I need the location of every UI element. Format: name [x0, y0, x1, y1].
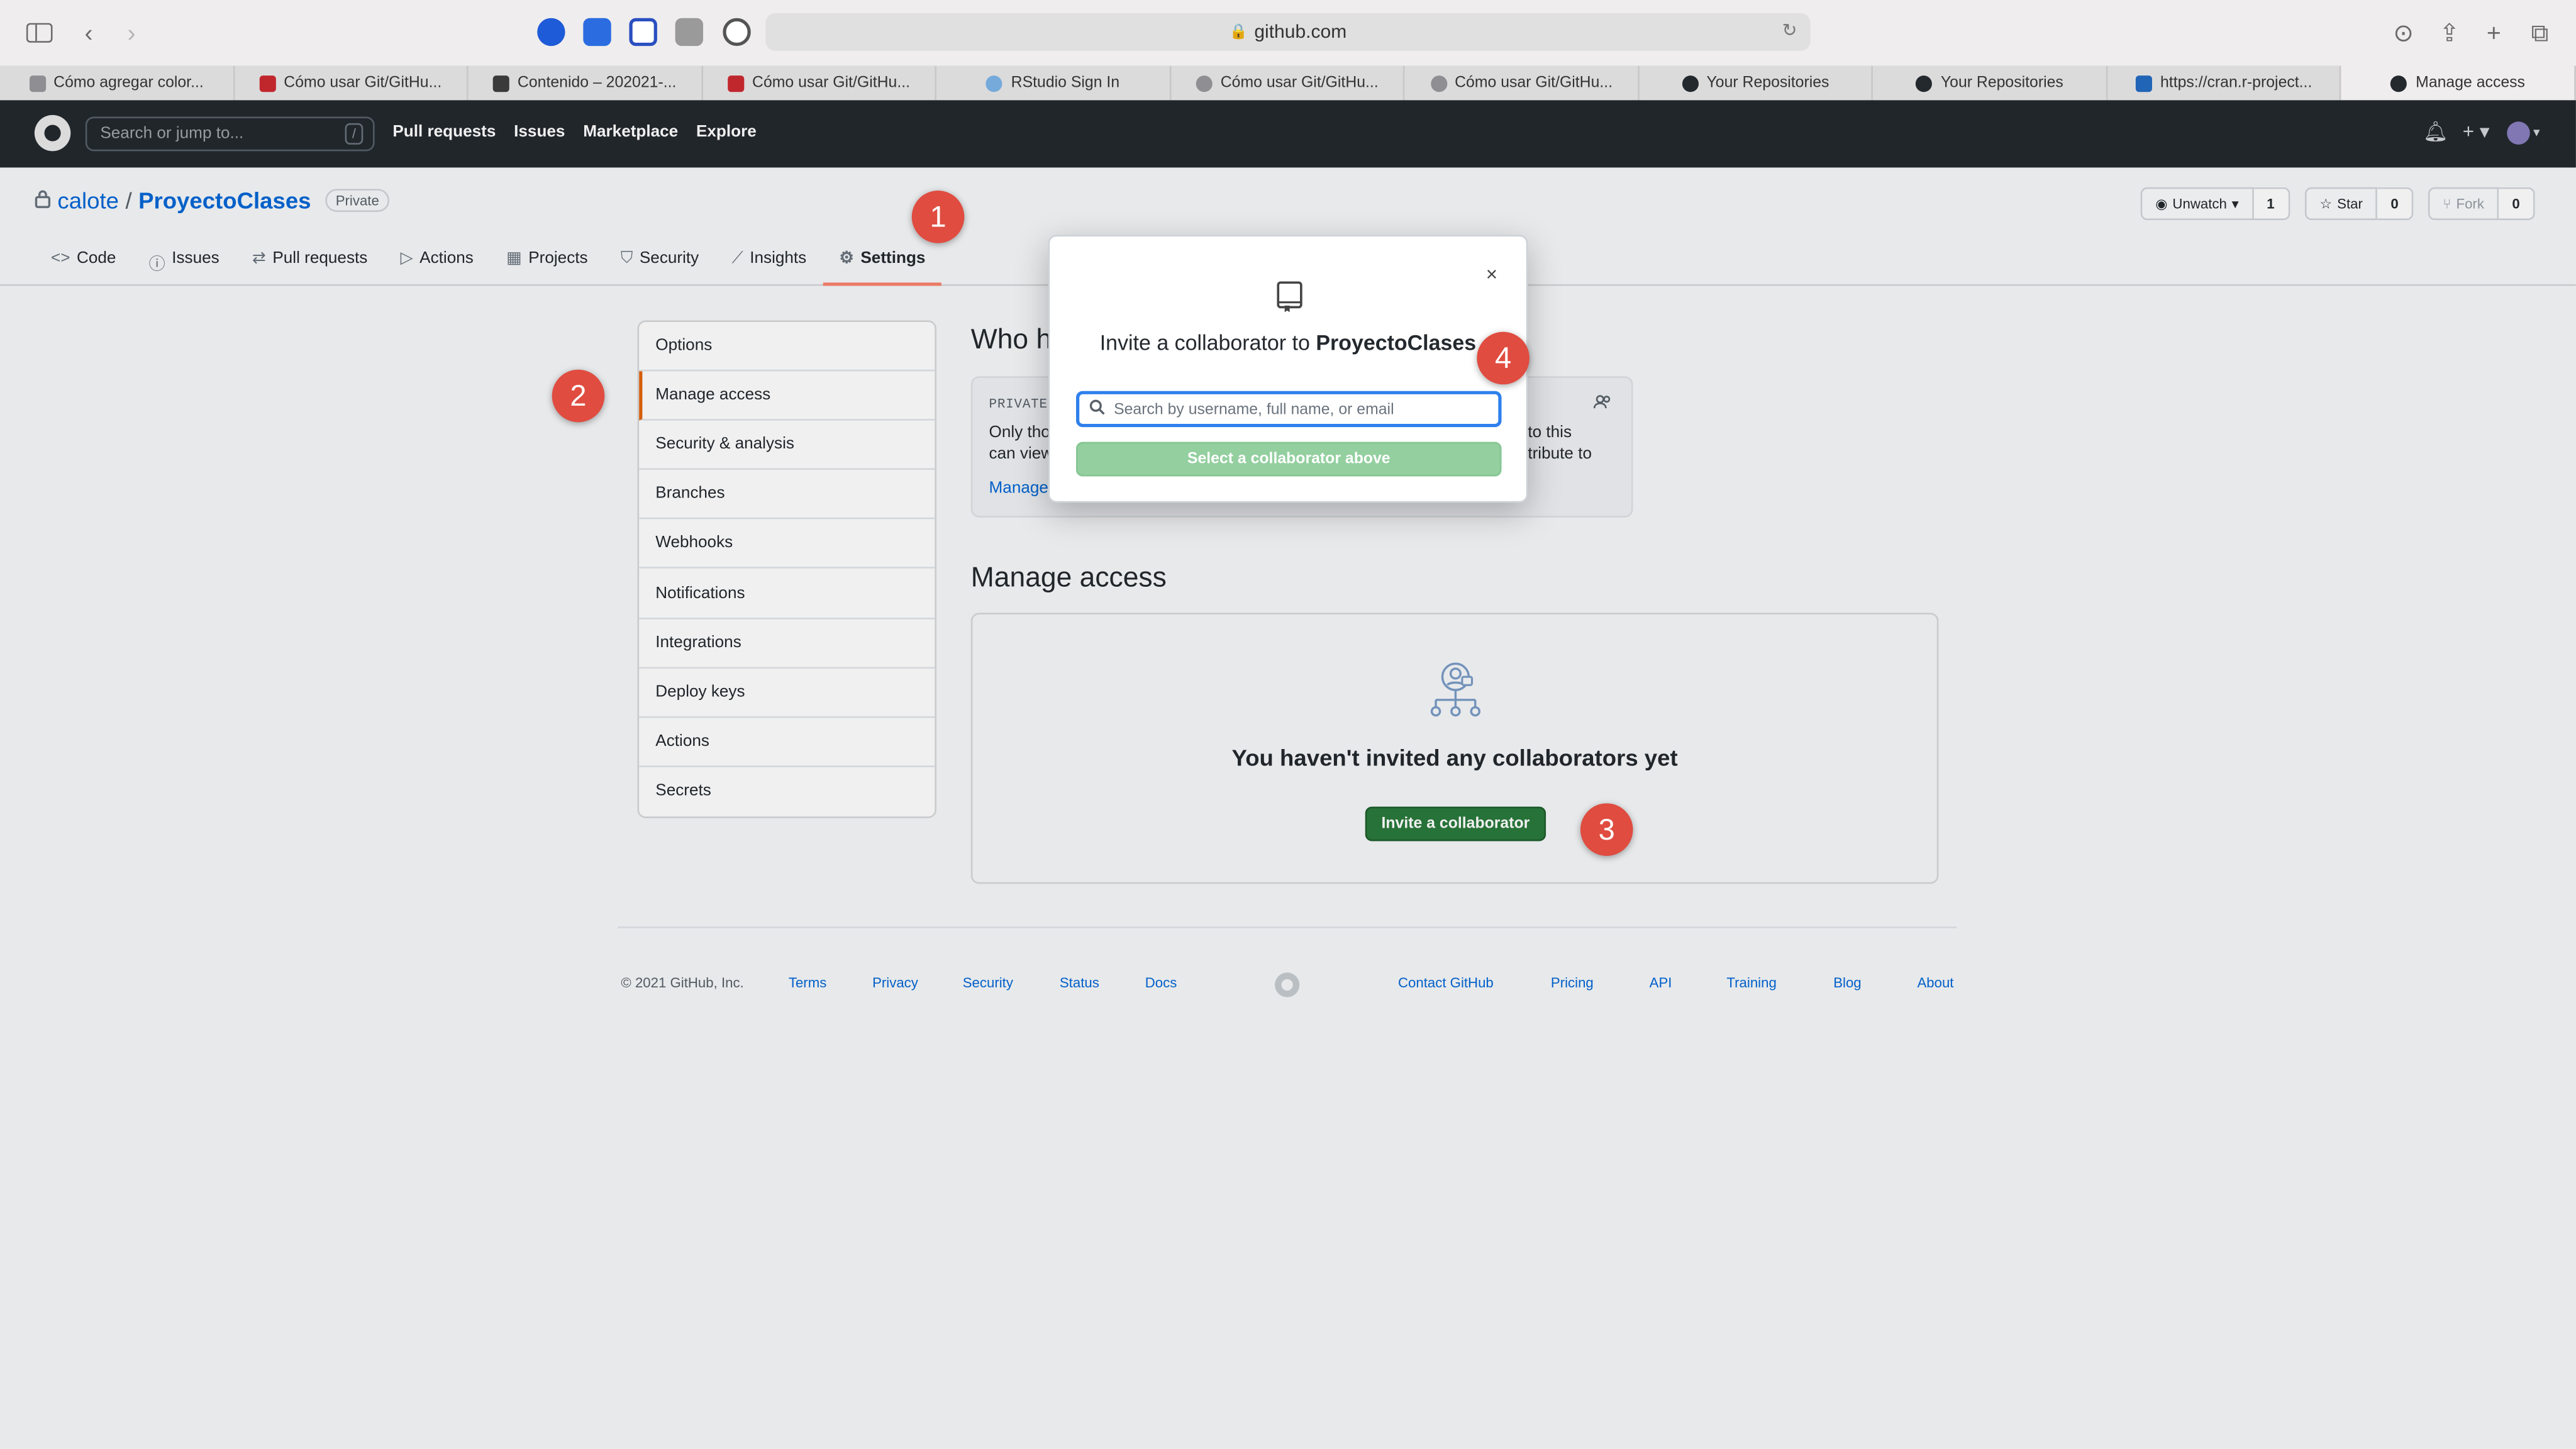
- tab-label: Your Repositories: [1706, 74, 1829, 92]
- tab-label: Cómo usar Git/GitHu...: [1455, 74, 1613, 92]
- lock-icon: 🔒: [1229, 23, 1248, 40]
- tab-favicon-icon: [2390, 74, 2408, 91]
- browser-tab[interactable]: Cómo agregar color...: [0, 65, 235, 101]
- tab-favicon-icon: [1682, 74, 1699, 91]
- step-marker-4: 4: [1477, 331, 1530, 385]
- browser-tab[interactable]: Cómo usar Git/GitHu...: [1405, 65, 1640, 101]
- tab-favicon-icon: [492, 74, 509, 91]
- browser-tab[interactable]: https://cran.r-project...: [2107, 65, 2342, 101]
- tab-label: Cómo usar Git/GitHu...: [1220, 74, 1379, 92]
- invite-collaborator-dialog: × Invite a collaborator to ProyectoClase…: [1048, 235, 1528, 503]
- tab-favicon-icon: [28, 74, 46, 91]
- tab-favicon-icon: [1196, 74, 1213, 91]
- step-marker-2: 2: [552, 369, 605, 423]
- tab-label: Cómo usar Git/GitHu...: [752, 74, 911, 92]
- tab-label: Your Repositories: [1940, 74, 2063, 92]
- back-icon[interactable]: ‹: [72, 16, 105, 49]
- browser-tab[interactable]: RStudio Sign In: [936, 65, 1171, 101]
- tab-favicon-icon: [986, 74, 1003, 91]
- tab-favicon-icon: [1430, 74, 1447, 91]
- new-tab-icon[interactable]: +: [2477, 16, 2510, 49]
- share-icon[interactable]: ⇪: [2433, 16, 2466, 49]
- collaborator-search-field[interactable]: [1075, 391, 1502, 428]
- extension-1password-icon[interactable]: [537, 18, 565, 47]
- browser-tab[interactable]: Cómo usar Git/GitHu...: [1171, 65, 1406, 101]
- collaborator-search-input[interactable]: [1114, 400, 1492, 418]
- tab-label: RStudio Sign In: [1011, 74, 1120, 92]
- tab-label: Cómo usar Git/GitHu...: [284, 74, 442, 92]
- browser-tab[interactable]: Contenido – 202021-...: [469, 65, 703, 101]
- address-bar[interactable]: 🔒 github.com ↻: [765, 13, 1811, 51]
- tab-favicon-icon: [2135, 74, 2152, 91]
- tab-label: Contenido – 202021-...: [517, 74, 677, 92]
- search-icon: [1089, 398, 1106, 419]
- browser-tab[interactable]: Cómo usar Git/GitHu...: [234, 65, 469, 101]
- sidebar-toggle-icon[interactable]: [23, 16, 56, 49]
- browser-toolbar: ‹ › 🔒 github.com ↻ ⊙ ⇪ + ⧉: [0, 0, 2576, 66]
- tab-label: Cómo agregar color...: [53, 74, 204, 92]
- tab-favicon-icon: [1916, 74, 1933, 91]
- browser-tab-active[interactable]: Manage access: [2341, 65, 2576, 101]
- url-text: github.com: [1254, 22, 1347, 42]
- forward-icon[interactable]: ›: [115, 16, 148, 49]
- browser-tab[interactable]: Your Repositories: [1874, 65, 2108, 101]
- dialog-title-prefix: Invite a collaborator to: [1099, 330, 1316, 355]
- close-icon[interactable]: ×: [1480, 263, 1504, 286]
- tab-favicon-icon: [259, 74, 276, 91]
- select-collaborator-button[interactable]: Select a collaborator above: [1075, 441, 1502, 477]
- tab-label: Manage access: [2416, 74, 2525, 92]
- dialog-title-repo: ProyectoClases: [1316, 330, 1477, 355]
- tab-label: https://cran.r-project...: [2160, 74, 2312, 92]
- extension-layers-icon[interactable]: [675, 18, 704, 47]
- tab-overview-icon[interactable]: ⧉: [2523, 16, 2556, 49]
- browser-tab[interactable]: Your Repositories: [1640, 65, 1874, 101]
- step-marker-3: 3: [1580, 803, 1633, 856]
- extension-shield-icon[interactable]: [723, 18, 751, 47]
- extension-pocket-icon[interactable]: [629, 18, 657, 47]
- reload-icon[interactable]: ↻: [1782, 19, 1797, 41]
- downloads-icon[interactable]: ⊙: [2387, 16, 2420, 49]
- step-marker-1: 1: [911, 191, 965, 243]
- screen: ‹ › 🔒 github.com ↻ ⊙ ⇪ + ⧉ Cómo agregar …: [0, 0, 2576, 1449]
- repo-icon: [1277, 281, 1302, 313]
- dialog-title: Invite a collaborator to ProyectoClases: [1050, 330, 1526, 355]
- browser-tab-strip: Cómo agregar color... Cómo usar Git/GitH…: [0, 65, 2576, 101]
- browser-tab[interactable]: Cómo usar Git/GitHu...: [702, 65, 937, 101]
- tab-favicon-icon: [727, 74, 744, 91]
- extension-media-icon[interactable]: [583, 18, 611, 47]
